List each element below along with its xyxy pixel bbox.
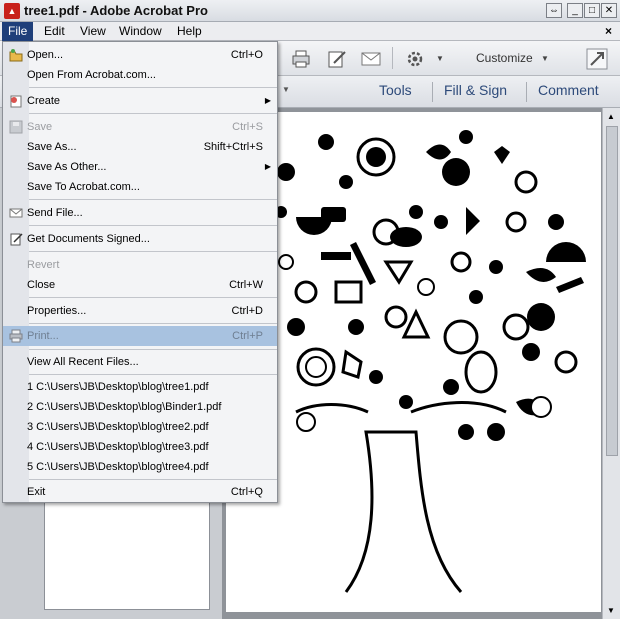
menu-bar: File Edit View Window Help ×	[0, 22, 620, 41]
open-folder-icon	[9, 49, 23, 62]
menu-separator	[29, 87, 277, 88]
menu-item-get-documents-signed[interactable]: Get Documents Signed...	[3, 229, 277, 249]
acrobat-app-icon: ▲	[4, 3, 20, 19]
menu-item-create[interactable]: Create ▶	[3, 91, 277, 111]
menu-view[interactable]: View	[74, 22, 112, 41]
menu-item-recent-file[interactable]: 1 C:\Users\JB\Desktop\blog\tree1.pdf	[3, 377, 277, 397]
minimize-button[interactable]: _	[567, 3, 583, 18]
toolbar-divider	[526, 82, 527, 102]
maximize-button[interactable]: □	[584, 3, 600, 18]
comment-tab[interactable]: Comment	[538, 82, 599, 98]
scroll-down-icon[interactable]: ▼	[607, 606, 615, 615]
tools-tab[interactable]: Tools	[379, 82, 412, 98]
menu-item-print[interactable]: Print... Ctrl+P	[3, 326, 277, 346]
menu-item-open-from-acrobat[interactable]: Open From Acrobat.com...	[3, 65, 277, 85]
vertical-scrollbar[interactable]: ▲ ▼	[602, 108, 620, 619]
menu-item-open[interactable]: Open... Ctrl+O	[3, 45, 277, 65]
menu-item-send-file[interactable]: Send File...	[3, 203, 277, 223]
gear-dropdown-chevron-icon[interactable]: ▼	[436, 54, 444, 63]
menu-item-properties[interactable]: Properties... Ctrl+D	[3, 301, 277, 321]
customize-chevron-down-icon[interactable]: ▼	[541, 54, 549, 63]
scrollbar-thumb[interactable]	[606, 126, 618, 456]
menu-item-save-as-other[interactable]: Save As Other... ▶	[3, 157, 277, 177]
menu-separator	[29, 199, 277, 200]
submenu-arrow-icon: ▶	[264, 96, 271, 105]
menu-separator	[29, 251, 277, 252]
pdf-page	[226, 112, 601, 612]
zoom-chevron-down-icon[interactable]: ▼	[282, 85, 290, 94]
submenu-arrow-icon: ▶	[264, 162, 271, 171]
menu-item-view-all-recent[interactable]: View All Recent Files...	[3, 352, 277, 372]
menu-separator	[29, 113, 277, 114]
menu-item-exit[interactable]: Exit Ctrl+Q	[3, 482, 277, 502]
menu-item-recent-file[interactable]: 3 C:\Users\JB\Desktop\blog\tree2.pdf	[3, 417, 277, 437]
expand-icon[interactable]	[586, 48, 608, 70]
sign-document-icon	[10, 233, 23, 246]
menu-item-save-as[interactable]: Save As... Shift+Ctrl+S	[3, 137, 277, 157]
gear-icon[interactable]	[404, 49, 426, 69]
menu-item-recent-file[interactable]: 2 C:\Users\JB\Desktop\blog\Binder1.pdf	[3, 397, 277, 417]
window-title: tree1.pdf - Adobe Acrobat Pro	[24, 3, 208, 18]
fill-sign-tab[interactable]: Fill & Sign	[444, 82, 507, 98]
menu-separator	[29, 479, 277, 480]
close-document-icon[interactable]: ×	[605, 24, 612, 38]
menu-separator	[29, 374, 277, 375]
menu-edit[interactable]: Edit	[38, 22, 71, 41]
email-icon[interactable]	[360, 49, 382, 69]
menu-separator	[29, 323, 277, 324]
menu-help[interactable]: Help	[171, 22, 208, 41]
tree-illustration	[275, 130, 586, 593]
menu-window[interactable]: Window	[113, 22, 168, 41]
menu-item-save[interactable]: Save Ctrl+S	[3, 117, 277, 137]
menu-item-revert[interactable]: Revert	[3, 255, 277, 275]
restore-small-icon[interactable]: ⇔	[546, 3, 562, 18]
menu-file[interactable]: File	[2, 22, 34, 41]
print-icon[interactable]	[290, 49, 312, 69]
close-window-button[interactable]: ✕	[601, 3, 617, 18]
sign-icon[interactable]	[326, 49, 348, 69]
menu-separator	[29, 225, 277, 226]
toolbar-divider	[432, 82, 433, 102]
menu-item-recent-file[interactable]: 5 C:\Users\JB\Desktop\blog\tree4.pdf	[3, 457, 277, 477]
toolbar-divider	[392, 47, 393, 69]
menu-separator	[29, 349, 277, 350]
envelope-icon	[9, 208, 23, 218]
menu-item-recent-file[interactable]: 4 C:\Users\JB\Desktop\blog\tree3.pdf	[3, 437, 277, 457]
printer-icon	[9, 329, 23, 343]
file-menu: Open... Ctrl+O Open From Acrobat.com... …	[2, 41, 278, 503]
scroll-up-icon[interactable]: ▲	[607, 112, 615, 121]
create-icon	[10, 95, 22, 108]
customize-button[interactable]: Customize	[476, 51, 533, 65]
menu-separator	[29, 297, 277, 298]
menu-item-save-to-acrobat[interactable]: Save To Acrobat.com...	[3, 177, 277, 197]
menu-item-close[interactable]: Close Ctrl+W	[3, 275, 277, 295]
title-bar: ▲ tree1.pdf - Adobe Acrobat Pro ⇔ _ □ ✕	[0, 0, 620, 22]
save-disk-icon	[9, 120, 23, 134]
